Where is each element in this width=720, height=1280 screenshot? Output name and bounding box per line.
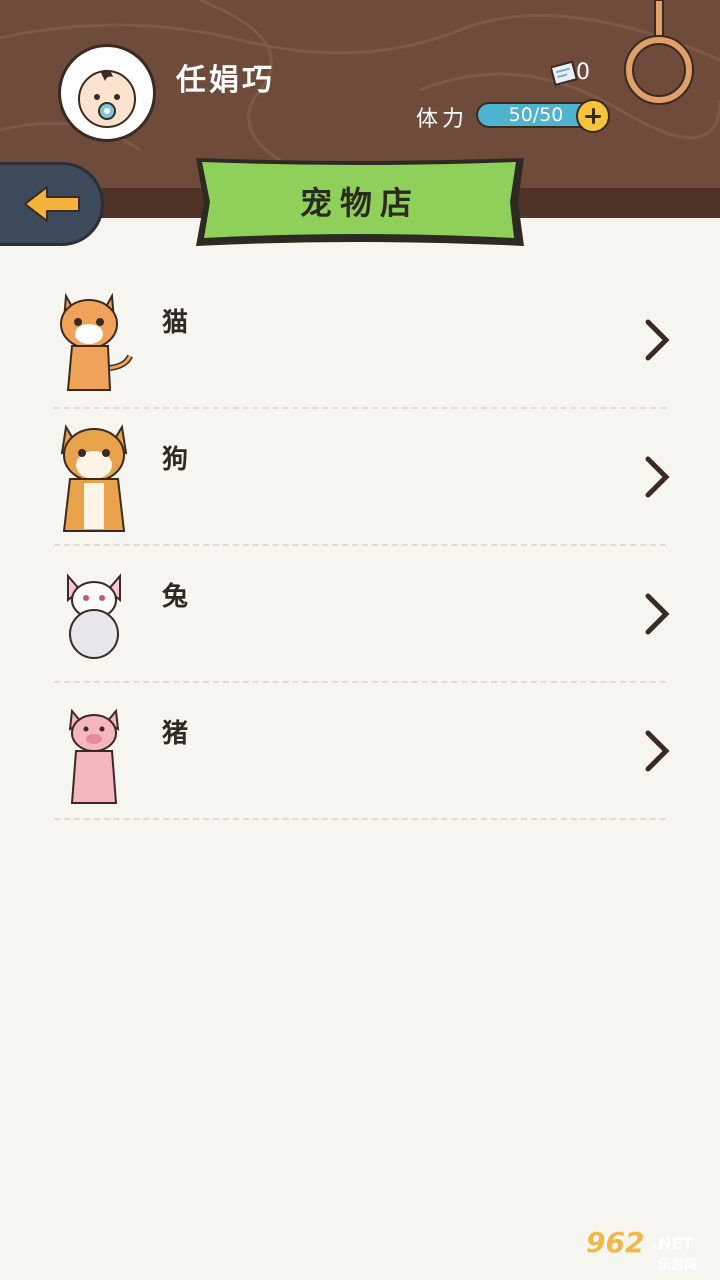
ticket-count: 0: [576, 60, 590, 85]
site-watermark: 962 .NET 乐游网: [582, 1226, 714, 1274]
page-title: 宠物店: [299, 184, 420, 222]
player-name: 任娟巧: [176, 63, 275, 98]
back-arrow-icon: [24, 186, 80, 222]
player-avatar[interactable]: [58, 44, 156, 142]
dog-icon: [60, 424, 128, 532]
pet-row-cat[interactable]: 猫: [0, 272, 720, 409]
hanging-rope-icon[interactable]: [622, 0, 698, 112]
rabbit-icon: [67, 573, 121, 659]
stamina-value: 50/50: [508, 104, 564, 126]
watermark-brand: 962: [586, 1226, 645, 1259]
chevron-right-icon: [645, 730, 670, 772]
pet-row-dog[interactable]: 狗: [0, 409, 720, 546]
chevron-right-icon: [645, 593, 670, 635]
watermark-sub: 乐游网: [658, 1258, 698, 1273]
back-button[interactable]: [0, 162, 104, 246]
pet-name: 猪: [162, 719, 189, 749]
baby-face-icon: [78, 69, 136, 128]
chevron-right-icon: [645, 456, 670, 498]
watermark-suffix: .NET: [652, 1234, 694, 1253]
pet-name: 兔: [162, 582, 189, 612]
add-stamina-button[interactable]: [576, 99, 610, 133]
pet-name: 猫: [162, 308, 189, 338]
row-divider: [54, 818, 666, 820]
pet-name: 狗: [162, 445, 189, 475]
chevron-right-icon: [645, 319, 670, 361]
pet-row-rabbit[interactable]: 兔: [0, 546, 720, 683]
stamina-label: 体力: [416, 107, 469, 132]
pet-row-pig[interactable]: 猪: [0, 683, 720, 820]
pig-icon: [68, 708, 120, 804]
cat-icon: [60, 292, 133, 391]
